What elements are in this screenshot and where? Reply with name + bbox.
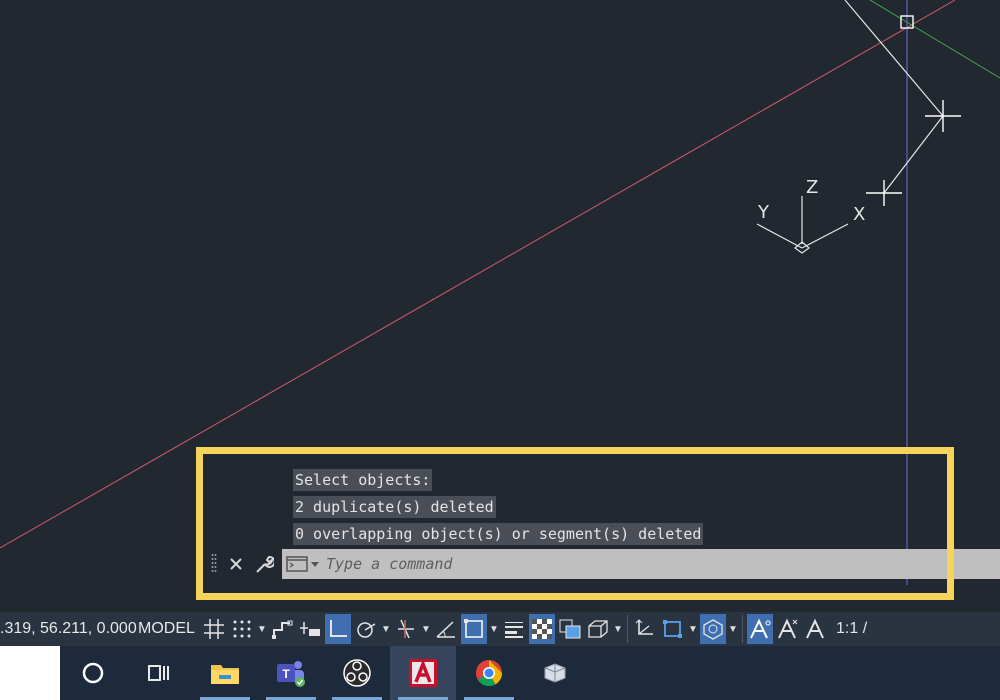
auto-scale-toggle[interactable]	[775, 614, 801, 644]
taskbar-teams[interactable]: T	[258, 646, 324, 700]
chrome-icon	[475, 659, 503, 687]
point-marker	[925, 100, 961, 132]
command-history: Select objects: 2 duplicate(s) deleted 0…	[293, 469, 943, 550]
grid-icon	[204, 619, 224, 639]
obs-icon	[343, 659, 371, 687]
ucs-x-label: X	[853, 204, 865, 225]
divider	[742, 615, 743, 643]
history-text: 0 overlapping object(s) or segment(s) de…	[293, 523, 704, 545]
chevron-down-icon[interactable]: ▼	[687, 624, 699, 635]
lineweight-icon	[505, 622, 523, 638]
object-snap-tracking-toggle[interactable]	[433, 614, 459, 644]
grid-toggle[interactable]	[201, 614, 227, 644]
selection-cycling-icon	[559, 619, 581, 639]
history-line: Select objects:	[293, 469, 943, 496]
taskbar-obs[interactable]	[324, 646, 390, 700]
chevron-down-icon[interactable]: ▼	[612, 624, 624, 635]
close-icon	[230, 558, 242, 570]
annotation-visibility-icon	[750, 618, 771, 639]
cortana-circle-icon	[82, 662, 104, 684]
infer-constraints-icon	[272, 620, 293, 639]
history-line: 0 overlapping object(s) or segment(s) de…	[293, 523, 943, 550]
annotation-visibility-toggle[interactable]	[747, 614, 773, 644]
taskbar-chrome[interactable]	[456, 646, 522, 700]
taskbar-app[interactable]	[522, 646, 588, 700]
3d-osnap-toggle[interactable]	[585, 614, 611, 644]
divider	[627, 615, 628, 643]
autocad-icon	[409, 659, 437, 687]
chevron-down-icon[interactable]: ▼	[420, 624, 432, 635]
annotation-scale-button[interactable]	[803, 614, 829, 644]
file-explorer-icon	[211, 665, 239, 684]
point-marker	[866, 180, 902, 206]
gizmo-icon	[703, 619, 723, 640]
ucs-y-label: Y	[757, 202, 770, 223]
history-line: 2 duplicate(s) deleted	[293, 496, 943, 523]
object-snap-icon	[464, 619, 483, 638]
auto-scale-icon	[778, 618, 798, 639]
ucs-z-label: Z	[806, 177, 818, 198]
task-view-icon	[148, 665, 169, 681]
history-text: Select objects:	[293, 469, 433, 491]
lineweight-toggle[interactable]	[501, 614, 527, 644]
transparency-icon	[532, 619, 552, 639]
recent-commands-button[interactable]	[282, 549, 324, 579]
customize-button[interactable]	[250, 549, 278, 579]
status-bar: .319, 56.211, 0.000 MODEL ▼ ▼ ▼ ▼ ▼ ▼ ▼ …	[0, 612, 1000, 646]
windows-taskbar: T	[0, 646, 1000, 700]
red-axis-line	[0, 0, 956, 549]
chevron-down-icon[interactable]: ▼	[488, 624, 500, 635]
taskbar-autocad[interactable]	[390, 646, 456, 700]
dynamic-input-icon	[300, 622, 320, 636]
task-view-button[interactable]	[126, 646, 192, 700]
svg-text:T: T	[282, 667, 290, 681]
command-input[interactable]	[324, 550, 1000, 578]
snap-dots-icon	[233, 620, 251, 638]
coordinate-readout[interactable]: .319, 56.211, 0.000	[0, 620, 137, 638]
close-command-line-button[interactable]	[222, 549, 250, 579]
dynamic-input-toggle[interactable]	[297, 614, 323, 644]
dynamic-ucs-icon	[635, 619, 653, 635]
infer-constraints-toggle[interactable]	[269, 614, 295, 644]
dynamic-ucs-toggle[interactable]	[632, 614, 658, 644]
cortana-button[interactable]	[60, 646, 126, 700]
command-prompt-icon	[286, 556, 319, 572]
selection-cycling-toggle[interactable]	[557, 614, 583, 644]
history-text: 2 duplicate(s) deleted	[293, 496, 496, 518]
model-space-button[interactable]: MODEL	[132, 620, 200, 638]
gizmo-toggle[interactable]	[700, 614, 726, 644]
object-snap-toggle[interactable]	[461, 614, 487, 644]
teams-icon: T	[277, 661, 305, 687]
object-line	[883, 115, 944, 194]
ortho-toggle[interactable]	[325, 614, 351, 644]
drag-grip-icon[interactable]	[208, 552, 220, 576]
chevron-down-icon[interactable]: ▼	[727, 624, 739, 635]
ortho-mode-icon	[330, 620, 347, 637]
annotation-scale-icon	[806, 618, 824, 639]
command-input-container	[282, 549, 1000, 579]
ucs-icon[interactable]	[756, 196, 849, 254]
isodraft-icon	[398, 619, 414, 639]
transparency-toggle[interactable]	[529, 614, 555, 644]
command-line-bar	[208, 548, 1000, 580]
selection-filter-icon	[663, 620, 682, 638]
polar-tracking-toggle[interactable]	[353, 614, 379, 644]
annotation-scale-value[interactable]: 1:1 /	[830, 620, 867, 638]
taskbar-file-explorer[interactable]	[192, 646, 258, 700]
selection-filter-toggle[interactable]	[660, 614, 686, 644]
snap-toggle[interactable]	[229, 614, 255, 644]
app-icon	[544, 663, 566, 683]
chevron-down-icon[interactable]: ▼	[380, 624, 392, 635]
taskbar-search-box[interactable]	[0, 646, 60, 700]
isodraft-toggle[interactable]	[393, 614, 419, 644]
3d-object-snap-icon	[588, 620, 608, 638]
polar-tracking-icon	[357, 622, 376, 638]
chevron-down-icon[interactable]: ▼	[256, 624, 268, 635]
angle-icon	[436, 621, 455, 638]
wrench-icon	[256, 556, 274, 573]
object-line	[844, 0, 944, 117]
